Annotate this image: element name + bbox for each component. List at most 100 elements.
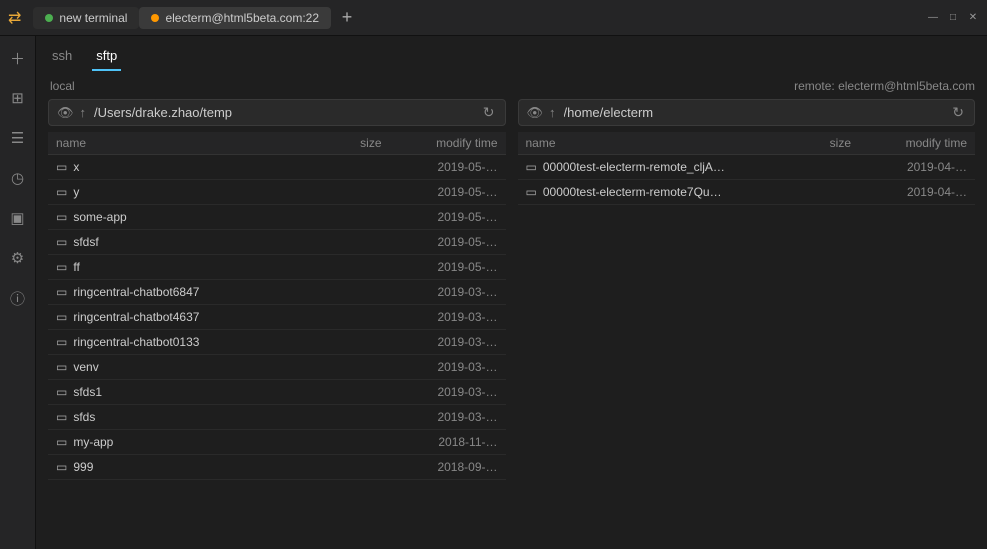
folder-icon: ▭: [56, 360, 67, 374]
tab-label-new-terminal: new terminal: [59, 11, 127, 25]
sidebar-icon-settings[interactable]: ⚙: [4, 244, 32, 272]
table-row[interactable]: ▭ ff 2019-05-…: [48, 255, 506, 280]
table-row[interactable]: ▭ x 2019-05-…: [48, 155, 506, 180]
folder-icon: ▭: [56, 160, 67, 174]
table-row[interactable]: ▭ some-app 2019-05-…: [48, 205, 506, 230]
file-modify: 2019-03-…: [398, 385, 498, 399]
local-file-table: ▭ x 2019-05-… ▭ y 2019-05-… ▭ some-app 2…: [48, 155, 506, 541]
file-name: ▭ ringcentral-chatbot6847: [56, 285, 318, 299]
remote-path-input[interactable]: [564, 105, 943, 120]
file-name: ▭ x: [56, 160, 318, 174]
folder-icon: ▭: [56, 335, 67, 349]
remote-path-bar: 👁 ↑ ↻: [518, 99, 976, 126]
sidebar-icon-info[interactable]: ⓘ: [4, 284, 32, 312]
table-row[interactable]: ▭ 00000test-electerm-remote_cljA… 2019-0…: [518, 155, 976, 180]
tab-electerm[interactable]: electerm@html5beta.com:22: [139, 7, 331, 29]
remote-col-size: size: [787, 136, 867, 150]
sidebar-icon-clock[interactable]: ◷: [4, 164, 32, 192]
tab-dot-new-terminal: [45, 14, 53, 22]
remote-file-table: ▭ 00000test-electerm-remote_cljA… 2019-0…: [518, 155, 976, 541]
table-row[interactable]: ▭ ringcentral-chatbot4637 2019-03-…: [48, 305, 506, 330]
window-controls: — □ ✕: [927, 12, 979, 24]
sidebar-icon-terminal[interactable]: ⊞: [4, 84, 32, 112]
file-name: ▭ venv: [56, 360, 318, 374]
add-tab-button[interactable]: +: [335, 6, 359, 30]
tab-new-terminal[interactable]: new terminal: [33, 7, 139, 29]
local-eye-icon[interactable]: 👁: [57, 105, 74, 121]
local-refresh-button[interactable]: ↻: [481, 104, 497, 121]
file-name: ▭ ringcentral-chatbot4637: [56, 310, 318, 324]
local-panel: local 👁 ↑ ↻ name size modify time ▭: [48, 79, 506, 541]
folder-icon: ▭: [56, 210, 67, 224]
title-bar-left: ⇄: [8, 8, 25, 28]
table-row[interactable]: ▭ ringcentral-chatbot6847 2019-03-…: [48, 280, 506, 305]
local-col-size: size: [318, 136, 398, 150]
remote-label: remote: electerm@html5beta.com: [794, 79, 975, 93]
maximize-button[interactable]: □: [947, 12, 959, 24]
file-modify: 2019-03-…: [398, 410, 498, 424]
close-button[interactable]: ✕: [967, 12, 979, 24]
file-name: ▭ sfdsf: [56, 235, 318, 249]
table-row[interactable]: ▭ my-app 2018-11-…: [48, 430, 506, 455]
title-bar: ⇄ new terminal electerm@html5beta.com:22…: [0, 0, 987, 36]
file-name: ▭ y: [56, 185, 318, 199]
tab-dot-electerm: [151, 14, 159, 22]
folder-icon: ▭: [56, 460, 67, 474]
file-modify: 2018-11-…: [398, 435, 498, 449]
table-row[interactable]: ▭ 999 2018-09-…: [48, 455, 506, 480]
local-col-name: name: [56, 136, 318, 150]
table-row[interactable]: ▭ 00000test-electerm-remote7Qu… 2019-04-…: [518, 180, 976, 205]
folder-icon: ▭: [56, 235, 67, 249]
folder-icon: ▭: [56, 435, 67, 449]
table-row[interactable]: ▭ sfds 2019-03-…: [48, 405, 506, 430]
file-name: ▭ my-app: [56, 435, 318, 449]
sidebar: ＋ ⊞ ☰ ◷ ▣ ⚙ ⓘ: [0, 36, 36, 549]
app-icon: ⇄: [8, 8, 21, 28]
remote-table-header: name size modify time: [518, 132, 976, 155]
remote-eye-icon[interactable]: 👁: [527, 105, 544, 121]
file-name: ▭ ff: [56, 260, 318, 274]
folder-icon: ▭: [56, 260, 67, 274]
folder-icon: ▭: [56, 185, 67, 199]
file-modify: 2018-09-…: [398, 460, 498, 474]
folder-icon: ▭: [526, 185, 537, 199]
sidebar-icon-add[interactable]: ＋: [4, 44, 32, 72]
folder-icon: ▭: [56, 310, 67, 324]
table-row[interactable]: ▭ sfdsf 2019-05-…: [48, 230, 506, 255]
local-path-bar: 👁 ↑ ↻: [48, 99, 506, 126]
remote-path-icons: 👁 ↑: [527, 105, 556, 121]
protocol-tabs: ssh sftp: [36, 36, 987, 71]
table-row[interactable]: ▭ sfds1 2019-03-…: [48, 380, 506, 405]
file-name: ▭ ringcentral-chatbot0133: [56, 335, 318, 349]
file-name: ▭ 999: [56, 460, 318, 474]
file-modify: 2019-05-…: [398, 185, 498, 199]
local-table-header: name size modify time: [48, 132, 506, 155]
file-name: ▭ some-app: [56, 210, 318, 224]
table-row[interactable]: ▭ ringcentral-chatbot0133 2019-03-…: [48, 330, 506, 355]
remote-col-modify: modify time: [867, 136, 967, 150]
tab-ssh[interactable]: ssh: [48, 44, 76, 71]
folder-icon: ▭: [56, 410, 67, 424]
file-modify: 2019-03-…: [398, 310, 498, 324]
panels: local 👁 ↑ ↻ name size modify time ▭: [36, 71, 987, 549]
folder-icon: ▭: [56, 385, 67, 399]
tab-sftp[interactable]: sftp: [92, 44, 121, 71]
file-modify: 2019-03-…: [398, 285, 498, 299]
local-path-input[interactable]: [94, 105, 473, 120]
table-row[interactable]: ▭ venv 2019-03-…: [48, 355, 506, 380]
table-row[interactable]: ▭ y 2019-05-…: [48, 180, 506, 205]
remote-up-icon[interactable]: ↑: [549, 105, 556, 120]
local-up-icon[interactable]: ↑: [80, 105, 87, 120]
file-modify: 2019-05-…: [398, 210, 498, 224]
file-modify: 2019-03-…: [398, 360, 498, 374]
remote-col-name: name: [526, 136, 788, 150]
minimize-button[interactable]: —: [927, 12, 939, 24]
sidebar-icon-list[interactable]: ☰: [4, 124, 32, 152]
remote-panel: remote: electerm@html5beta.com 👁 ↑ ↻ nam…: [518, 79, 976, 541]
file-modify: 2019-05-…: [398, 160, 498, 174]
file-name: ▭ sfds: [56, 410, 318, 424]
local-path-icons: 👁 ↑: [57, 105, 86, 121]
content-area: ssh sftp local 👁 ↑ ↻ name size: [36, 36, 987, 549]
sidebar-icon-image[interactable]: ▣: [4, 204, 32, 232]
remote-refresh-button[interactable]: ↻: [950, 104, 966, 121]
